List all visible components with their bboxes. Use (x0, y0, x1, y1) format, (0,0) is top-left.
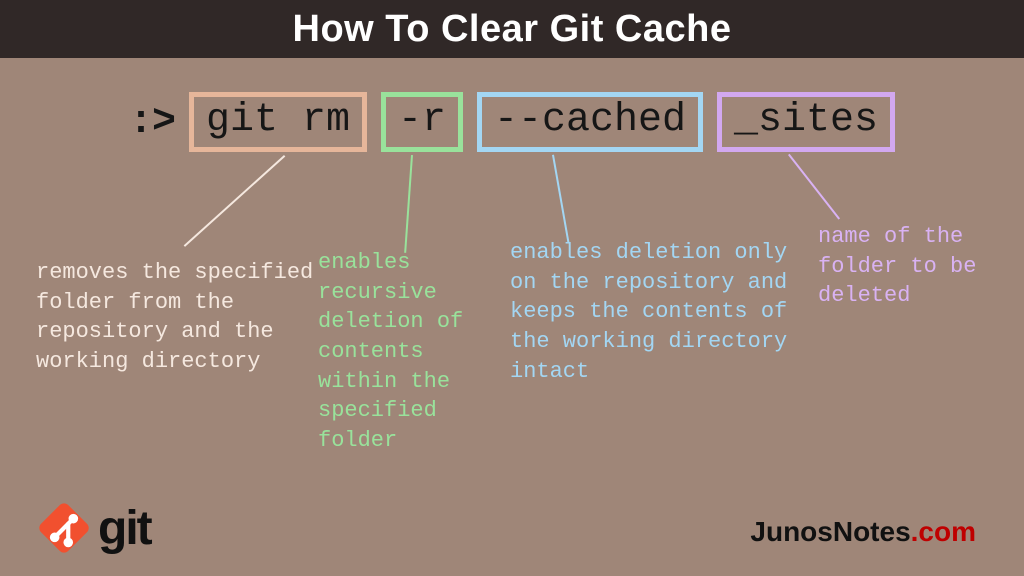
desc-argument: name of the folder to be deleted (818, 222, 988, 311)
connector-arg (788, 154, 840, 220)
git-icon (34, 498, 94, 558)
desc-command: removes the specified folder from the re… (36, 258, 326, 377)
desc-flag: enables recursive deletion of contents w… (318, 248, 498, 456)
desc-option: enables deletion only on the repository … (510, 238, 800, 386)
connector-flag (404, 155, 413, 253)
shell-prompt: :> (129, 100, 175, 145)
site-name: JunosNotes (750, 516, 910, 547)
header-bar: How To Clear Git Cache (0, 0, 1024, 58)
token-argument: _sites (717, 92, 895, 152)
token-flag: -r (381, 92, 463, 152)
site-credit: JunosNotes.com (750, 516, 976, 548)
git-logo-text: git (98, 501, 151, 556)
command-row: :> git rm -r --cached _sites (0, 92, 1024, 152)
token-option: --cached (477, 92, 703, 152)
token-command: git rm (189, 92, 367, 152)
page-title: How To Clear Git Cache (293, 8, 732, 51)
site-tld: .com (911, 516, 976, 547)
git-logo: git (34, 498, 151, 558)
connector-cmd (184, 155, 286, 247)
connector-opt (552, 155, 570, 244)
